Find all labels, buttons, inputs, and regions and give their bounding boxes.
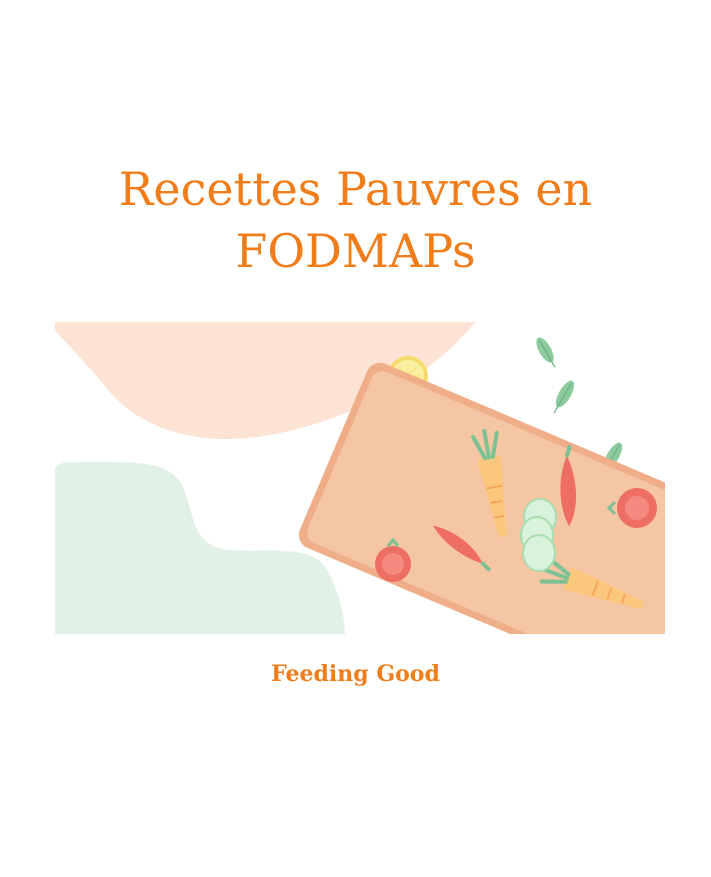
mint-blob bbox=[55, 462, 345, 634]
title-line-2: FODMAPs bbox=[235, 224, 476, 278]
cover-page: Recettes Pauvres en FODMAPs Feeding Good bbox=[0, 0, 711, 877]
leaf-icon bbox=[553, 380, 575, 414]
cover-title: Recettes Pauvres en FODMAPs bbox=[0, 158, 711, 282]
leaf-icon bbox=[536, 337, 556, 368]
cover-illustration bbox=[55, 322, 665, 634]
cucumber-slices-icon bbox=[520, 498, 557, 572]
author-name: Feeding Good bbox=[271, 661, 440, 687]
title-line-1: Recettes Pauvres en bbox=[118, 162, 593, 216]
